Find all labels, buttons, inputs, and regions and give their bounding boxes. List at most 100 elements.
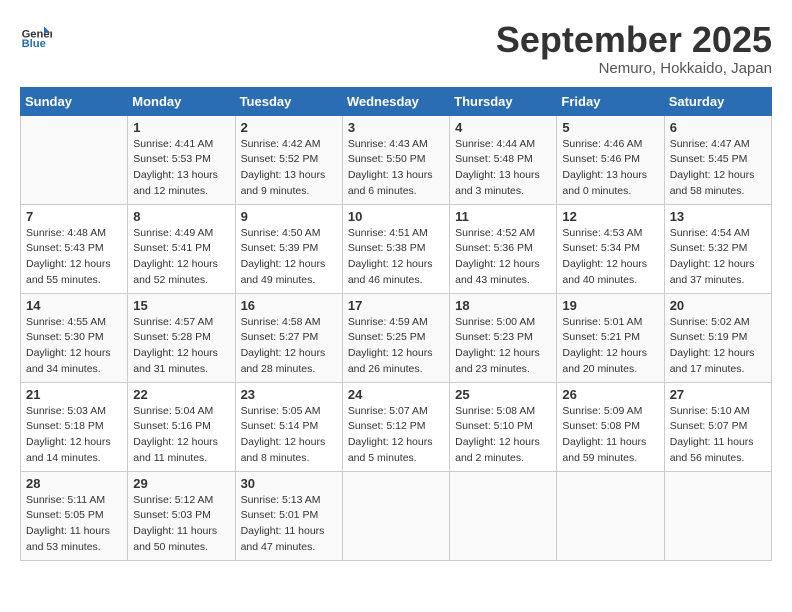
day-info: Sunrise: 4:47 AMSunset: 5:45 PMDaylight:… bbox=[670, 137, 766, 200]
weekday-header-row: SundayMondayTuesdayWednesdayThursdayFrid… bbox=[21, 87, 772, 115]
day-info: Sunrise: 4:48 AMSunset: 5:43 PMDaylight:… bbox=[26, 226, 122, 289]
calendar-cell: 23 Sunrise: 5:05 AMSunset: 5:14 PMDayligh… bbox=[235, 382, 342, 471]
day-number: 14 bbox=[26, 298, 122, 313]
calendar-table: SundayMondayTuesdayWednesdayThursdayFrid… bbox=[20, 87, 772, 561]
day-number: 17 bbox=[348, 298, 444, 313]
day-info: Sunrise: 5:01 AMSunset: 5:21 PMDaylight:… bbox=[562, 315, 658, 378]
title-block: September 2025 Nemuro, Hokkaido, Japan bbox=[496, 20, 772, 77]
month-title: September 2025 bbox=[496, 20, 772, 60]
day-number: 26 bbox=[562, 387, 658, 402]
day-number: 29 bbox=[133, 476, 229, 491]
day-number: 28 bbox=[26, 476, 122, 491]
day-info: Sunrise: 4:49 AMSunset: 5:41 PMDaylight:… bbox=[133, 226, 229, 289]
page-header: General Blue September 2025 Nemuro, Hokk… bbox=[20, 20, 772, 77]
day-number: 1 bbox=[133, 120, 229, 135]
day-info: Sunrise: 4:41 AMSunset: 5:53 PMDaylight:… bbox=[133, 137, 229, 200]
day-number: 13 bbox=[670, 209, 766, 224]
calendar-cell bbox=[21, 115, 128, 204]
day-number: 7 bbox=[26, 209, 122, 224]
day-number: 8 bbox=[133, 209, 229, 224]
calendar-cell: 28 Sunrise: 5:11 AMSunset: 5:05 PMDayligh… bbox=[21, 471, 128, 560]
day-info: Sunrise: 5:11 AMSunset: 5:05 PMDaylight:… bbox=[26, 493, 122, 556]
day-info: Sunrise: 5:03 AMSunset: 5:18 PMDaylight:… bbox=[26, 404, 122, 467]
day-info: Sunrise: 4:54 AMSunset: 5:32 PMDaylight:… bbox=[670, 226, 766, 289]
day-info: Sunrise: 4:52 AMSunset: 5:36 PMDaylight:… bbox=[455, 226, 551, 289]
calendar-cell: 16 Sunrise: 4:58 AMSunset: 5:27 PMDayligh… bbox=[235, 293, 342, 382]
day-number: 5 bbox=[562, 120, 658, 135]
weekday-header-thursday: Thursday bbox=[450, 87, 557, 115]
day-number: 19 bbox=[562, 298, 658, 313]
day-number: 16 bbox=[241, 298, 337, 313]
weekday-header-sunday: Sunday bbox=[21, 87, 128, 115]
day-info: Sunrise: 4:51 AMSunset: 5:38 PMDaylight:… bbox=[348, 226, 444, 289]
calendar-cell: 25 Sunrise: 5:08 AMSunset: 5:10 PMDayligh… bbox=[450, 382, 557, 471]
calendar-cell: 20 Sunrise: 5:02 AMSunset: 5:19 PMDayligh… bbox=[664, 293, 771, 382]
calendar-cell: 17 Sunrise: 4:59 AMSunset: 5:25 PMDayligh… bbox=[342, 293, 449, 382]
logo: General Blue bbox=[20, 20, 56, 52]
day-info: Sunrise: 4:58 AMSunset: 5:27 PMDaylight:… bbox=[241, 315, 337, 378]
day-info: Sunrise: 4:57 AMSunset: 5:28 PMDaylight:… bbox=[133, 315, 229, 378]
day-info: Sunrise: 4:53 AMSunset: 5:34 PMDaylight:… bbox=[562, 226, 658, 289]
svg-text:Blue: Blue bbox=[22, 38, 46, 50]
calendar-cell: 3Sunrise: 4:43 AMSunset: 5:50 PMDaylight… bbox=[342, 115, 449, 204]
day-info: Sunrise: 5:00 AMSunset: 5:23 PMDaylight:… bbox=[455, 315, 551, 378]
weekday-header-wednesday: Wednesday bbox=[342, 87, 449, 115]
day-info: Sunrise: 4:55 AMSunset: 5:30 PMDaylight:… bbox=[26, 315, 122, 378]
day-number: 21 bbox=[26, 387, 122, 402]
calendar-week-3: 21 Sunrise: 5:03 AMSunset: 5:18 PMDayligh… bbox=[21, 382, 772, 471]
day-number: 15 bbox=[133, 298, 229, 313]
day-number: 11 bbox=[455, 209, 551, 224]
calendar-cell: 2 Sunrise: 4:42 AMSunset: 5:52 PMDaylight… bbox=[235, 115, 342, 204]
day-info: Sunrise: 5:04 AMSunset: 5:16 PMDaylight:… bbox=[133, 404, 229, 467]
location: Nemuro, Hokkaido, Japan bbox=[496, 60, 772, 77]
calendar-cell bbox=[664, 471, 771, 560]
day-number: 18 bbox=[455, 298, 551, 313]
calendar-cell: 22Sunrise: 5:04 AMSunset: 5:16 PMDayligh… bbox=[128, 382, 235, 471]
calendar-cell: 24 Sunrise: 5:07 AMSunset: 5:12 PMDayligh… bbox=[342, 382, 449, 471]
day-info: Sunrise: 4:43 AMSunset: 5:50 PMDaylight:… bbox=[348, 137, 444, 200]
calendar-cell: 21 Sunrise: 5:03 AMSunset: 5:18 PMDayligh… bbox=[21, 382, 128, 471]
day-number: 24 bbox=[348, 387, 444, 402]
day-number: 25 bbox=[455, 387, 551, 402]
calendar-cell: 11 Sunrise: 4:52 AMSunset: 5:36 PMDayligh… bbox=[450, 204, 557, 293]
day-info: Sunrise: 4:59 AMSunset: 5:25 PMDaylight:… bbox=[348, 315, 444, 378]
day-number: 2 bbox=[241, 120, 337, 135]
calendar-cell: 5Sunrise: 4:46 AMSunset: 5:46 PMDaylight… bbox=[557, 115, 664, 204]
calendar-cell: 12 Sunrise: 4:53 AMSunset: 5:34 PMDayligh… bbox=[557, 204, 664, 293]
calendar-cell: 18 Sunrise: 5:00 AMSunset: 5:23 PMDayligh… bbox=[450, 293, 557, 382]
day-info: Sunrise: 5:02 AMSunset: 5:19 PMDaylight:… bbox=[670, 315, 766, 378]
day-info: Sunrise: 5:08 AMSunset: 5:10 PMDaylight:… bbox=[455, 404, 551, 467]
day-number: 23 bbox=[241, 387, 337, 402]
calendar-week-0: 1 Sunrise: 4:41 AMSunset: 5:53 PMDaylight… bbox=[21, 115, 772, 204]
calendar-cell: 13 Sunrise: 4:54 AMSunset: 5:32 PMDayligh… bbox=[664, 204, 771, 293]
day-number: 10 bbox=[348, 209, 444, 224]
calendar-cell: 6 Sunrise: 4:47 AMSunset: 5:45 PMDaylight… bbox=[664, 115, 771, 204]
day-number: 20 bbox=[670, 298, 766, 313]
calendar-cell: 15 Sunrise: 4:57 AMSunset: 5:28 PMDayligh… bbox=[128, 293, 235, 382]
weekday-header-monday: Monday bbox=[128, 87, 235, 115]
calendar-cell bbox=[450, 471, 557, 560]
calendar-cell: 1 Sunrise: 4:41 AMSunset: 5:53 PMDaylight… bbox=[128, 115, 235, 204]
day-info: Sunrise: 4:44 AMSunset: 5:48 PMDaylight:… bbox=[455, 137, 551, 200]
weekday-header-saturday: Saturday bbox=[664, 87, 771, 115]
calendar-cell: 9 Sunrise: 4:50 AMSunset: 5:39 PMDaylight… bbox=[235, 204, 342, 293]
day-number: 27 bbox=[670, 387, 766, 402]
day-info: Sunrise: 5:05 AMSunset: 5:14 PMDaylight:… bbox=[241, 404, 337, 467]
calendar-cell: 7 Sunrise: 4:48 AMSunset: 5:43 PMDaylight… bbox=[21, 204, 128, 293]
day-number: 9 bbox=[241, 209, 337, 224]
day-info: Sunrise: 4:42 AMSunset: 5:52 PMDaylight:… bbox=[241, 137, 337, 200]
calendar-week-2: 14 Sunrise: 4:55 AMSunset: 5:30 PMDayligh… bbox=[21, 293, 772, 382]
day-number: 6 bbox=[670, 120, 766, 135]
calendar-cell: 19 Sunrise: 5:01 AMSunset: 5:21 PMDayligh… bbox=[557, 293, 664, 382]
calendar-week-1: 7 Sunrise: 4:48 AMSunset: 5:43 PMDaylight… bbox=[21, 204, 772, 293]
day-info: Sunrise: 5:10 AMSunset: 5:07 PMDaylight:… bbox=[670, 404, 766, 467]
day-info: Sunrise: 5:09 AMSunset: 5:08 PMDaylight:… bbox=[562, 404, 658, 467]
day-number: 4 bbox=[455, 120, 551, 135]
day-info: Sunrise: 5:13 AMSunset: 5:01 PMDaylight:… bbox=[241, 493, 337, 556]
calendar-cell: 29Sunrise: 5:12 AMSunset: 5:03 PMDayligh… bbox=[128, 471, 235, 560]
calendar-cell: 30Sunrise: 5:13 AMSunset: 5:01 PMDayligh… bbox=[235, 471, 342, 560]
logo-icon: General Blue bbox=[20, 20, 52, 52]
day-number: 12 bbox=[562, 209, 658, 224]
day-info: Sunrise: 4:50 AMSunset: 5:39 PMDaylight:… bbox=[241, 226, 337, 289]
day-info: Sunrise: 5:07 AMSunset: 5:12 PMDaylight:… bbox=[348, 404, 444, 467]
